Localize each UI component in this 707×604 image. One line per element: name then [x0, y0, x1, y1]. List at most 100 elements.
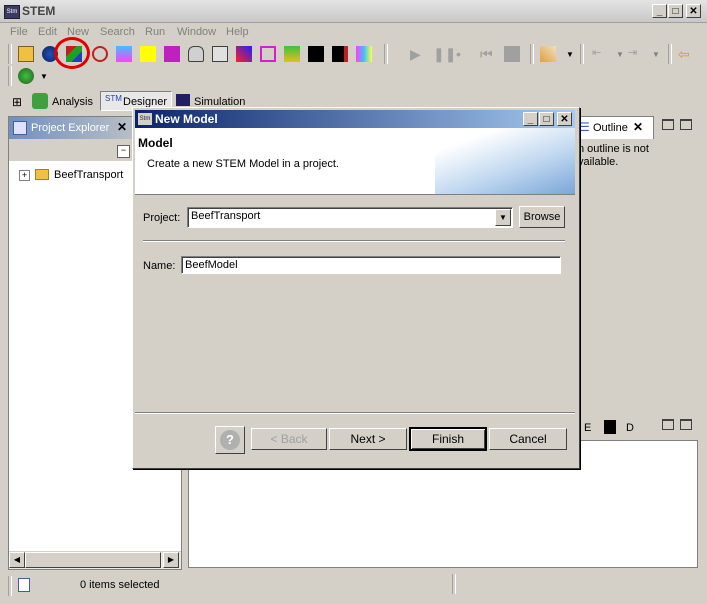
browse-button[interactable]: Browse	[519, 206, 565, 228]
name-field-value: BeefModel	[185, 259, 238, 271]
minimize-view-icon[interactable]	[662, 119, 674, 130]
decorator-icon	[604, 420, 616, 434]
clock-icon[interactable]	[92, 46, 108, 62]
menu-help[interactable]: Help	[226, 26, 249, 38]
dialog-title-bar: Stm New Model _ □ ✕	[135, 110, 575, 128]
project-explorer-title: Project Explorer	[31, 122, 110, 134]
dialog-header: Model Create a new STEM Model in a proje…	[135, 128, 575, 195]
decorator-icon[interactable]	[308, 46, 324, 62]
project-select-value: BeefTransport	[191, 210, 261, 222]
close-icon[interactable]: ✕	[633, 120, 643, 134]
dialog-heading: Model	[138, 136, 173, 150]
debug-icon[interactable]	[18, 68, 34, 84]
outline-message-2: vailable.	[578, 156, 619, 168]
menu-bar: File Edit New Search Run Window Help	[0, 23, 707, 41]
menu-run[interactable]: Run	[145, 26, 165, 38]
stop-icon[interactable]	[504, 46, 520, 62]
dialog-minimize-button[interactable]: _	[523, 112, 538, 126]
outline-icon: ☰	[579, 120, 590, 134]
outline-message-1: n outline is not	[578, 143, 649, 155]
graph-icon[interactable]	[140, 46, 156, 62]
app-title-bar: Stm STEM _ □ ✕	[0, 0, 707, 23]
status-text: 0 items selected	[80, 579, 160, 591]
button-bar-divider	[135, 412, 575, 414]
menu-window[interactable]: Window	[177, 26, 216, 38]
menu-edit[interactable]: Edit	[38, 26, 57, 38]
next-button[interactable]: Next >	[329, 428, 407, 450]
help-button[interactable]: ?	[215, 426, 245, 454]
outline-panel: ☰ Outline ✕ n outline is not vailable.	[576, 116, 698, 412]
menu-file[interactable]: File	[10, 26, 28, 38]
back-button[interactable]: < Back	[251, 428, 327, 450]
new-model-dialog: Stm New Model _ □ ✕ Model Create a new S…	[132, 107, 580, 469]
name-field[interactable]: BeefModel	[181, 256, 561, 274]
maximize-view-icon[interactable]	[680, 419, 692, 430]
close-button[interactable]: ✕	[686, 4, 701, 18]
help-icon: ?	[220, 430, 240, 450]
status-bar: 0 items selected	[0, 572, 707, 600]
simulation-icon	[176, 94, 190, 106]
dialog-close-button[interactable]: ✕	[557, 112, 572, 126]
region-icon[interactable]	[260, 46, 276, 62]
app-icon: Stm	[4, 5, 20, 19]
plant-icon[interactable]	[284, 46, 300, 62]
dialog-maximize-button[interactable]: □	[539, 112, 554, 126]
run-icon[interactable]: ▶	[410, 46, 426, 62]
dialog-app-icon: Stm	[138, 113, 152, 125]
minimize-view-icon[interactable]	[662, 419, 674, 430]
forward-nav-icon[interactable]: ⇥	[628, 46, 644, 62]
fast-view-icon[interactable]	[18, 578, 30, 592]
project-label: Project:	[143, 212, 181, 224]
scroll-left-icon[interactable]: ◀	[9, 552, 25, 568]
maximize-view-icon[interactable]	[680, 119, 692, 130]
tab-d[interactable]: D	[602, 416, 638, 438]
population-icon[interactable]	[164, 46, 180, 62]
pause-icon[interactable]: ❚❚	[433, 46, 456, 62]
explorer-icon	[13, 121, 27, 135]
scroll-thumb[interactable]	[25, 552, 161, 568]
chevron-down-icon[interactable]: ▼	[652, 50, 660, 59]
dialog-banner-graphic	[435, 128, 575, 194]
minimize-button[interactable]: _	[652, 4, 667, 18]
outline-tab[interactable]: ☰ Outline ✕	[576, 116, 654, 139]
chevron-down-icon[interactable]: ▼	[40, 72, 48, 81]
experiment-icon[interactable]	[356, 46, 372, 62]
dialog-description: Create a new STEM Model in a project.	[147, 158, 339, 170]
name-label: Name:	[143, 260, 176, 272]
scroll-right-icon[interactable]: ▶	[163, 552, 179, 568]
person-icon[interactable]	[188, 46, 204, 62]
last-edit-icon[interactable]: ⇦	[678, 46, 694, 62]
open-icon[interactable]	[18, 46, 34, 62]
menu-search[interactable]: Search	[100, 26, 135, 38]
app-title: STEM	[22, 4, 56, 18]
reset-icon[interactable]: ⏮	[480, 46, 496, 62]
chevron-down-icon[interactable]: ▼	[495, 209, 511, 226]
finish-button[interactable]: Finish	[409, 427, 487, 451]
dialog-title: New Model	[155, 112, 218, 126]
maximize-button[interactable]: □	[668, 4, 683, 18]
chevron-down-icon[interactable]: ▼	[566, 50, 574, 59]
analysis-icon	[32, 93, 48, 109]
divider	[143, 240, 565, 242]
outline-title: Outline	[593, 122, 628, 134]
scenario-icon[interactable]	[332, 46, 348, 62]
tree-item-beeftransport[interactable]: BeefTransport	[54, 169, 123, 181]
close-icon[interactable]: ✕	[117, 120, 127, 134]
step-icon[interactable]: •	[456, 46, 472, 62]
folder-icon	[35, 169, 49, 180]
tree-expand-icon[interactable]: +	[19, 170, 30, 181]
collapse-all-icon[interactable]: −	[117, 145, 130, 158]
open-perspective-icon[interactable]: ⊞	[12, 95, 26, 109]
chevron-down-icon[interactable]: ▼	[616, 50, 624, 59]
people-icon[interactable]	[212, 46, 228, 62]
cancel-button[interactable]: Cancel	[489, 428, 567, 450]
pin-icon[interactable]	[540, 46, 556, 62]
stem-icon: STM	[105, 94, 122, 103]
highlight-circle	[54, 37, 90, 69]
horizontal-scrollbar[interactable]: ◀ ▶	[9, 551, 181, 569]
perspective-analysis[interactable]: Analysis	[52, 96, 93, 108]
flask-icon[interactable]	[116, 46, 132, 62]
project-select[interactable]: BeefTransport ▼	[187, 207, 513, 228]
back-nav-icon[interactable]: ⇤	[592, 46, 608, 62]
transform-icon[interactable]	[236, 46, 252, 62]
